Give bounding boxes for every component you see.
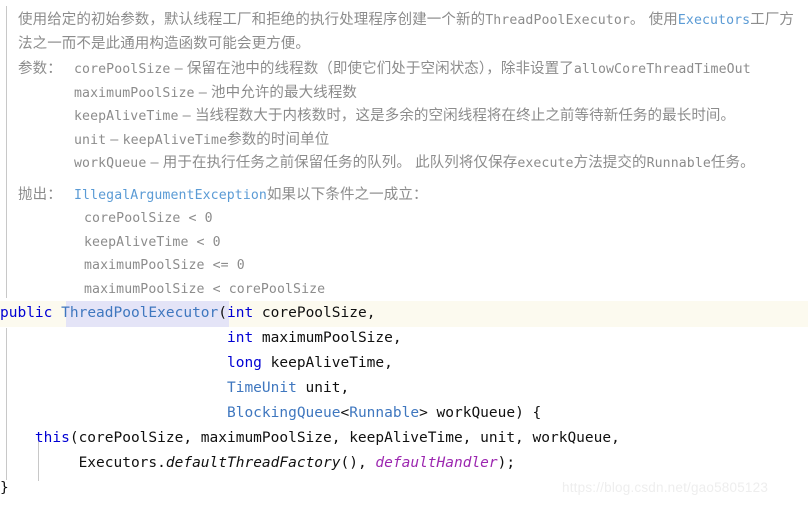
code-indent-4 <box>0 380 227 396</box>
doc-param-corepoolsize: corePoolSize – 保留在池中的线程数（即使它们处于空闲状态），除非设… <box>74 58 808 82</box>
param-dash-1: – <box>194 84 212 101</box>
code-line-2[interactable]: int maximumPoolSize, <box>0 326 808 351</box>
code-type-threadpoolexecutor: ThreadPoolExecutor <box>61 305 219 321</box>
doc-link-illegalargumentexception[interactable]: IllegalArgumentException <box>74 188 267 203</box>
doc-parameters-label: 参数： <box>18 61 62 77</box>
code-generic-close: > <box>419 405 428 421</box>
param-dash-0: – <box>170 61 187 77</box>
param-name-keepalivetime: keepAliveTime <box>74 109 179 124</box>
doc-param-workqueue: workQueue – 用于在执行任务之前保留任务的队列。 此队列将仅保存exe… <box>74 152 808 176</box>
param-desc-maximumpoolsize: 池中允许的最大线程数 <box>211 84 358 101</box>
param-dash-3: – <box>106 131 123 148</box>
param-desc-corepoolsize: 保留在池中的线程数（即使它们处于空闲状态），除非设置了 <box>186 61 574 77</box>
code-method-defaultthreadfactory: defaultThreadFactory <box>165 455 341 471</box>
doc-throws-iae-text: 如果以下条件之一成立： <box>266 186 428 203</box>
code-this-args: (corePoolSize, maximumPoolSize, keepAliv… <box>69 430 620 446</box>
code-indent-7 <box>0 455 79 471</box>
code-type-blockingqueue: BlockingQueue <box>226 405 341 421</box>
doc-throws-condition-1: corePoolSize < 0 <box>84 211 213 226</box>
doc-content: 使用给定的初始参数，默认线程工厂和拒绝的执行处理程序创建一个新的ThreadPo… <box>18 9 808 301</box>
code-line-7[interactable]: Executors.defaultThreadFactory(), defaul… <box>0 451 808 476</box>
doc-throws-condition-4: maximumPoolSize < corePoolSize <box>84 281 326 297</box>
code-generic-open: < <box>340 405 350 421</box>
doc-throws-condition-3: maximumPoolSize <= 0 <box>84 258 245 273</box>
code-line7-end: ); <box>497 455 516 471</box>
doc-throws-label: 抛出： <box>18 186 62 203</box>
blog-watermark: https://blog.csdn.net/gao5805123 <box>562 480 769 495</box>
code-parens-7: (), <box>340 455 376 471</box>
code-indent-6 <box>0 430 35 446</box>
code-line-5[interactable]: BlockingQueue<Runnable> workQueue) { <box>0 401 808 426</box>
param-code-keepalivetime-ref: keepAliveTime <box>122 132 228 148</box>
doc-intro-code-threadpoolexecutor: ThreadPoolExecutor <box>485 13 630 28</box>
param-desc-workqueue-1: 用于在执行任务之前保留任务的队列。 此队列将仅保存 <box>162 155 518 171</box>
code-param-corepoolsize: corePoolSize, <box>253 305 376 321</box>
code-space-1 <box>52 305 61 321</box>
code-indent-2 <box>0 330 227 346</box>
code-param-workqueue: workQueue) { <box>427 405 542 421</box>
code-keyword-long: long <box>226 355 262 371</box>
code-type-runnable: Runnable <box>349 405 420 421</box>
doc-throws-section: 抛出： IllegalArgumentException如果以下条件之一成立： … <box>18 184 808 302</box>
param-dash-2: – <box>178 108 195 124</box>
code-executors-qualifier: Executors. <box>78 455 166 471</box>
doc-parameters-list: corePoolSize – 保留在池中的线程数（即使它们处于空闲状态），除非设… <box>74 58 808 176</box>
doc-param-unit: unit – keepAliveTime参数的时间单位 <box>74 129 808 153</box>
param-desc-unit: 参数的时间单位 <box>227 131 330 148</box>
code-line-4[interactable]: TimeUnit unit, <box>0 376 808 401</box>
param-dash-4: – <box>146 155 163 171</box>
param-code-execute: execute <box>517 156 574 171</box>
param-desc-workqueue-2: 方法提交的 <box>573 155 647 171</box>
param-name-unit: unit <box>74 132 107 148</box>
code-indent-3 <box>0 355 227 371</box>
javadoc-documentation-panel: 使用给定的初始参数，默认线程工厂和拒绝的执行处理程序创建一个新的ThreadPo… <box>0 0 808 301</box>
code-field-defaulthandler: defaultHandler <box>375 455 498 471</box>
doc-intro-paragraph: 使用给定的初始参数，默认线程工厂和拒绝的执行处理程序创建一个新的ThreadPo… <box>18 9 808 56</box>
code-line-6[interactable]: this(corePoolSize, maximumPoolSize, keep… <box>0 426 808 451</box>
doc-left-border-rule <box>6 6 7 298</box>
param-name-workqueue: workQueue <box>74 156 147 171</box>
doc-intro-text-1: 使用给定的初始参数，默认线程工厂和拒绝的执行处理程序创建一个新的 <box>18 12 486 28</box>
doc-throws-iae-line: IllegalArgumentException如果以下条件之一成立： <box>74 184 808 208</box>
param-code-runnable: Runnable <box>646 156 711 171</box>
code-line-3[interactable]: long keepAliveTime, <box>0 351 808 376</box>
param-name-corepoolsize: corePoolSize <box>74 62 171 77</box>
param-name-maximumpoolsize: maximumPoolSize <box>74 85 195 101</box>
code-keyword-int-1: int <box>227 305 254 321</box>
code-line-1[interactable]: public ThreadPoolExecutor(int corePoolSi… <box>0 301 808 326</box>
param-desc-workqueue-3: 任务。 <box>710 155 755 171</box>
code-paren-open: ( <box>218 305 227 321</box>
doc-param-maximumpoolsize: maximumPoolSize – 池中允许的最大线程数 <box>74 82 808 106</box>
doc-throws-list: IllegalArgumentException如果以下条件之一成立： core… <box>74 184 808 302</box>
doc-link-executors[interactable]: Executors <box>678 13 750 28</box>
code-closing-brace: } <box>0 480 9 496</box>
doc-parameters-section: 参数： corePoolSize – 保留在池中的线程数（即使它们处于空闲状态）… <box>18 58 808 176</box>
code-indent-5 <box>0 405 227 421</box>
doc-throws-condition-2: keepAliveTime < 0 <box>84 234 221 250</box>
doc-param-keepalivetime: keepAliveTime – 当线程数大于内核数时，这是多余的空闲线程将在终止… <box>74 105 808 129</box>
code-keyword-public: public <box>0 305 53 321</box>
code-param-keepalivetime: keepAliveTime, <box>261 355 393 371</box>
code-param-maximumpoolsize: maximumPoolSize, <box>253 330 402 346</box>
code-type-timeunit: TimeUnit <box>226 380 297 396</box>
param-desc-keepalivetime: 当线程数大于内核数时，这是多余的空闲线程将在终止之前等待新任务的最长时间。 <box>194 108 736 124</box>
code-keyword-int-2: int <box>226 330 254 346</box>
doc-intro-text-2: 。 使用 <box>629 12 678 28</box>
code-param-unit: unit, <box>296 380 350 396</box>
code-editor-area[interactable]: public ThreadPoolExecutor(int corePoolSi… <box>0 301 808 509</box>
param-code-allowcorethreadtimeout: allowCoreThreadTimeOut <box>573 62 751 77</box>
code-keyword-this: this <box>34 430 70 446</box>
